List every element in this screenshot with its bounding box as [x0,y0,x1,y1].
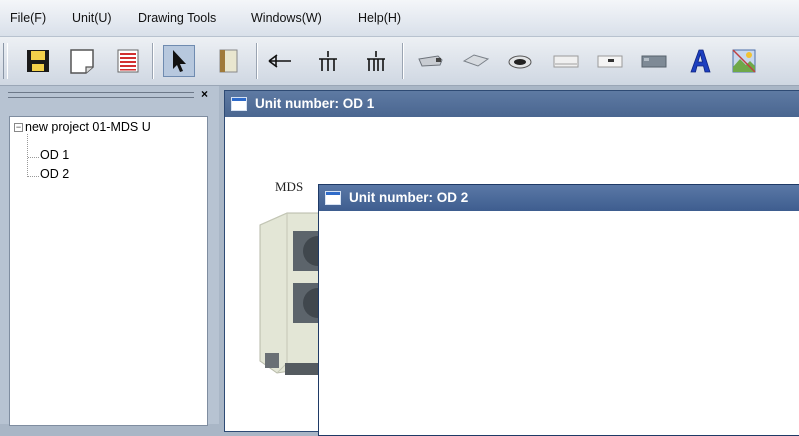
collapse-icon[interactable]: − [14,123,23,132]
text-tool-button[interactable] [684,45,716,77]
pointer-icon [173,50,186,72]
header-joint-button[interactable] [312,45,344,77]
outdoor-unit-icon [219,49,238,73]
ceiling-unit-button[interactable] [594,45,626,77]
header-joint-icon [319,51,337,71]
save-icon [27,50,49,72]
window-icon [231,97,247,111]
picture-tool-button[interactable] [728,45,760,77]
tree-root-node[interactable]: − new project 01-MDS U [14,120,204,134]
tree-connector [28,157,39,158]
new-page-icon [70,49,94,74]
window-title-bar[interactable]: Unit number: OD 1 [225,91,799,117]
tree-item-od2[interactable]: OD 2 [40,167,69,181]
toolbar [0,37,799,86]
branch-joint-icon [268,54,291,68]
project-tree[interactable]: − new project 01-MDS U OD 1 OD 2 [9,116,208,426]
tree-item-od1[interactable]: OD 1 [40,148,69,162]
pointer-tool-button[interactable] [163,45,195,77]
window-title-bar[interactable]: Unit number: OD 2 [319,185,799,211]
report-button[interactable] [112,45,144,77]
text-tool-icon [690,49,711,73]
window-title: Unit number: OD 2 [349,190,469,205]
wall-mounted-button[interactable] [550,45,582,77]
close-icon[interactable]: × [201,87,208,101]
save-button[interactable] [22,45,54,77]
new-page-button[interactable] [66,45,98,77]
menu-help[interactable]: Help(H) [358,11,401,25]
picture-tool-icon [732,49,756,73]
project-tree-panel: × − new project 01-MDS U OD 1 OD 2 [0,86,219,426]
header-joint-2-button[interactable] [360,45,392,77]
toolbar-separator [152,43,153,79]
menu-file[interactable]: File(F) [10,11,46,25]
window-title: Unit number: OD 1 [255,96,375,111]
toolbar-separator [402,43,403,79]
toolbar-grip[interactable] [3,43,8,79]
ceiling-unit-icon [597,55,623,68]
menu-windows[interactable]: Windows(W) [251,11,322,25]
branch-joint-button[interactable] [264,45,296,77]
window-icon [325,191,341,205]
floor-unit-button[interactable] [638,45,670,77]
header-joint-2-icon [367,51,385,71]
unit-window-od2[interactable]: Unit number: OD 2 [318,184,799,436]
outdoor-unit-button[interactable] [212,45,244,77]
duct-unit-icon [418,55,443,67]
unit-label: MDS [275,179,304,194]
toolbar-separator [256,43,257,79]
menu-unit[interactable]: Unit(U) [72,11,112,25]
panel-header[interactable]: × [6,87,212,101]
round-cassette-icon [508,55,532,69]
report-icon [117,49,139,73]
tree-connector [28,176,39,177]
wall-mounted-icon [553,55,579,68]
cassette-unit-icon [462,54,490,67]
panel-grip[interactable] [8,92,194,98]
tree-root-label: new project 01-MDS U [25,120,151,134]
round-cassette-button[interactable] [504,45,536,77]
duct-unit-button[interactable] [414,45,446,77]
floor-unit-icon [641,55,667,68]
cassette-unit-button[interactable] [460,45,492,77]
menu-bar: File(F) Unit(U) Drawing Tools Windows(W)… [0,0,799,37]
menu-drawing-tools[interactable]: Drawing Tools [138,11,216,25]
tree-connector [27,134,28,177]
